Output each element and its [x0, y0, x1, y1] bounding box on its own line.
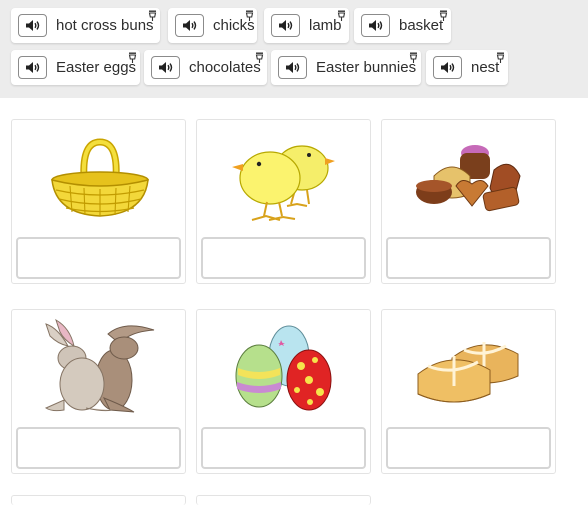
hint-icon[interactable] [495, 52, 506, 64]
chicks-image [232, 145, 335, 221]
picture-card-partial [196, 495, 371, 505]
answer-drop-slot[interactable] [386, 237, 551, 279]
word-chip-hot-cross-buns[interactable]: hot cross buns [11, 8, 160, 43]
picture-card-easter-eggs [196, 309, 371, 474]
hint-icon[interactable] [438, 10, 449, 22]
hint-icon[interactable] [408, 52, 419, 64]
answer-drop-slot[interactable] [201, 427, 366, 469]
speaker-icon[interactable] [433, 56, 462, 79]
word-chip-easter-eggs[interactable]: Easter eggs [11, 50, 140, 85]
easter-eggs-image [235, 325, 332, 411]
word-chip-label: basket [399, 17, 444, 34]
word-chip-lamb[interactable]: lamb [264, 8, 349, 43]
answer-drop-slot[interactable] [16, 237, 181, 279]
word-bank: hot cross buns chicks lamb basket Easter… [0, 0, 588, 98]
word-chip-nest[interactable]: nest [426, 50, 508, 85]
hot-cross-buns-image [417, 342, 519, 403]
hint-icon[interactable] [147, 10, 158, 22]
picture-card-chocolates [381, 119, 556, 284]
speaker-icon[interactable] [175, 14, 204, 37]
word-chip-label: Easter eggs [56, 59, 137, 76]
speaker-icon[interactable] [278, 56, 307, 79]
picture-card-partial [11, 495, 186, 505]
answer-drop-slot[interactable] [386, 427, 551, 469]
answer-drop-slot[interactable] [201, 237, 366, 279]
word-chip-basket[interactable]: basket [354, 8, 451, 43]
chocolates-image [416, 145, 521, 212]
word-chip-label: hot cross buns [56, 17, 154, 34]
speaker-icon[interactable] [361, 14, 390, 37]
basket-image [51, 138, 149, 217]
speaker-icon[interactable] [18, 14, 47, 37]
bunnies-image [44, 318, 155, 413]
word-chip-label: chocolates [189, 59, 261, 76]
picture-card-basket [11, 119, 186, 284]
hint-icon[interactable] [336, 10, 347, 22]
speaker-icon[interactable] [271, 14, 300, 37]
picture-card-hot-cross-buns [381, 309, 556, 474]
answer-drop-slot[interactable] [16, 427, 181, 469]
hint-icon[interactable] [254, 52, 265, 64]
word-chip-easter-bunnies[interactable]: Easter bunnies [271, 50, 421, 85]
hint-icon[interactable] [244, 10, 255, 22]
word-chip-label: Easter bunnies [316, 59, 417, 76]
picture-card-bunnies [11, 309, 186, 474]
speaker-icon[interactable] [18, 56, 47, 79]
word-chip-chicks[interactable]: chicks [168, 8, 257, 43]
hint-icon[interactable] [127, 52, 138, 64]
word-chip-chocolates[interactable]: chocolates [144, 50, 267, 85]
picture-card-chicks [196, 119, 371, 284]
speaker-icon[interactable] [151, 56, 180, 79]
